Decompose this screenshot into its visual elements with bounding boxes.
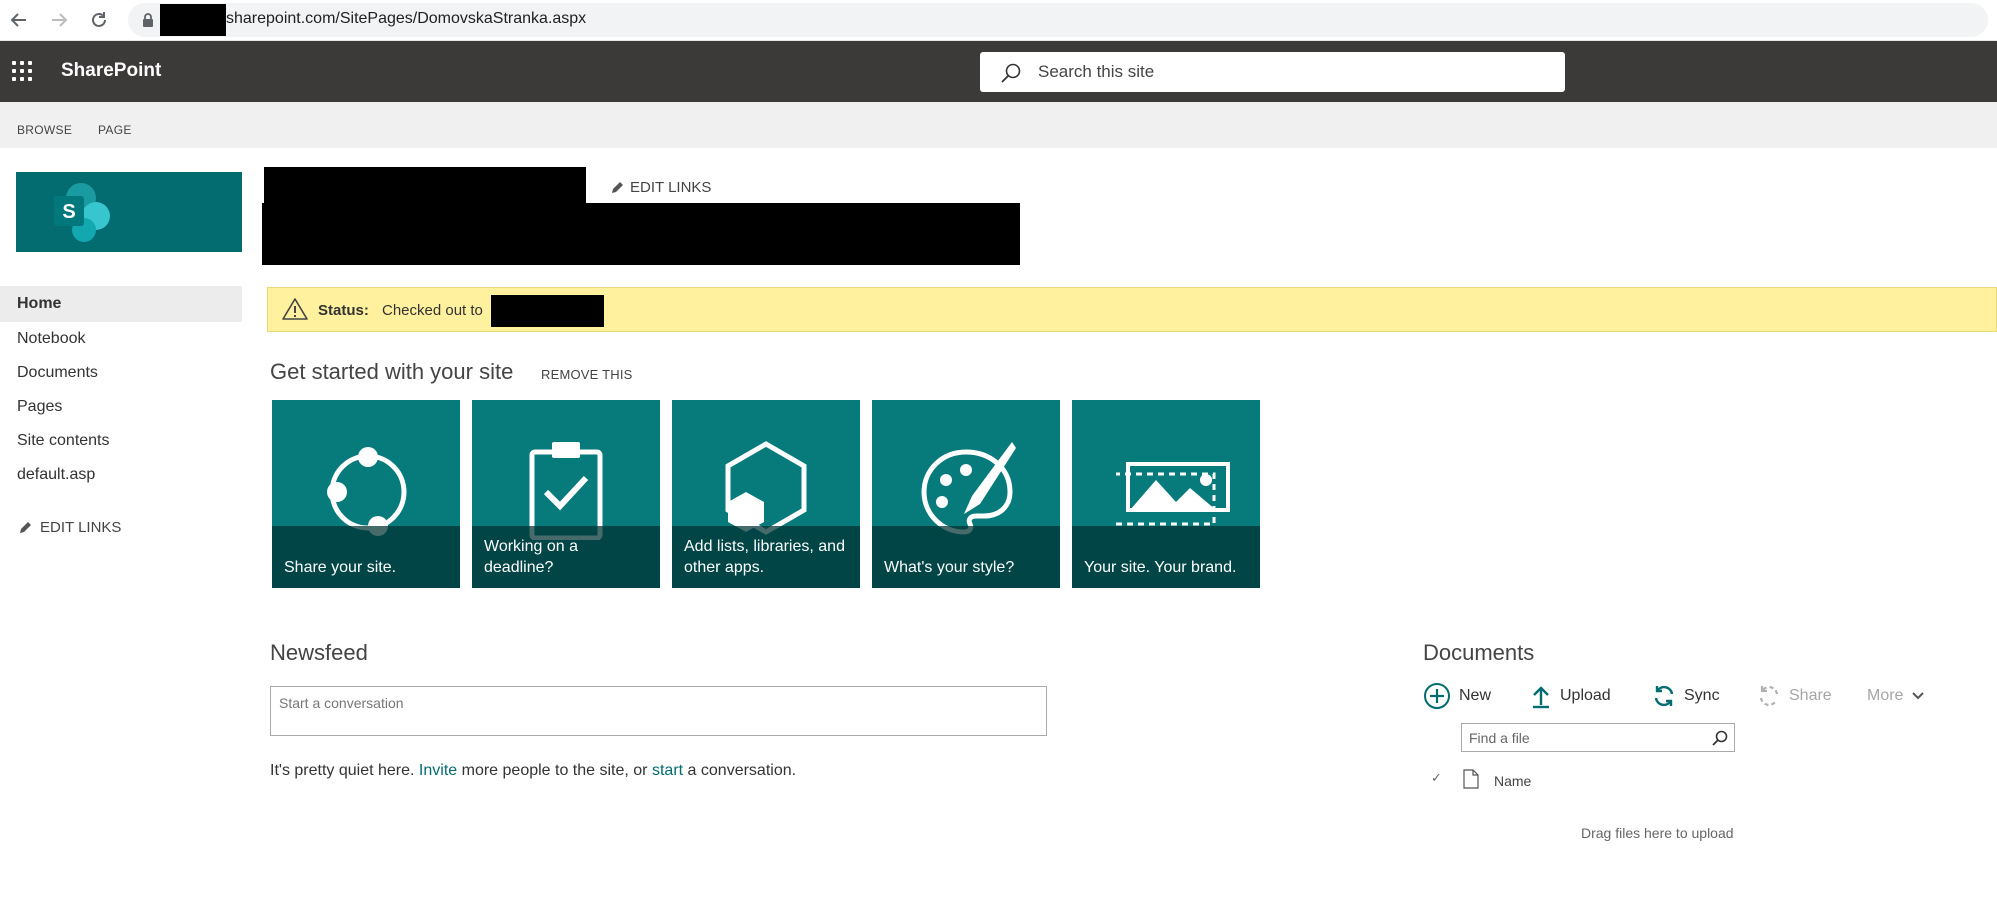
sync-label: Sync: [1684, 687, 1720, 704]
tile-your-brand[interactable]: Your site. Your brand.: [1072, 400, 1260, 588]
add-apps-icon: [725, 441, 807, 535]
pencil-icon: [612, 181, 623, 193]
tile-share-site[interactable]: Share your site.: [272, 400, 460, 588]
forward-button[interactable]: [45, 6, 73, 34]
status-text: Checked out to: [382, 302, 483, 319]
redacted-user: [491, 295, 604, 327]
search-icon: [1001, 63, 1021, 83]
status-bar: Status: Checked out to: [267, 287, 1997, 332]
tile-caption: Working on a deadline?: [472, 526, 660, 588]
conversation-input[interactable]: [270, 686, 1047, 736]
plus-circle-icon: [1424, 683, 1450, 709]
back-button[interactable]: [5, 6, 33, 34]
tile-caption: What's your style?: [872, 526, 1060, 588]
new-document-button[interactable]: New: [1423, 682, 1491, 710]
browser-toolbar: sharepoint.com/SitePages/DomovskaStranka…: [0, 0, 1997, 41]
suite-title[interactable]: SharePoint: [61, 60, 161, 82]
app-launcher-icon[interactable]: [12, 61, 32, 81]
palette-icon: [921, 442, 1016, 535]
find-file-box: [1461, 723, 1735, 752]
suite-bar: SharePoint: [0, 41, 1997, 102]
search-input[interactable]: [1038, 52, 1538, 92]
tile-working-deadline[interactable]: Working on a deadline?: [472, 400, 660, 588]
get-started-title: Get started with your site: [270, 359, 514, 384]
share-button[interactable]: Share: [1757, 682, 1832, 710]
sync-button[interactable]: Sync: [1652, 682, 1720, 710]
nav-item-pages[interactable]: Pages: [0, 390, 242, 424]
brand-image-icon: [1116, 462, 1230, 526]
redacted-site-title: [264, 167, 586, 205]
tab-browse[interactable]: BROWSE: [17, 123, 72, 137]
reload-button[interactable]: [85, 6, 113, 34]
quiet-suffix: a conversation.: [687, 762, 797, 779]
tile-caption: Add lists, libraries, and other apps.: [672, 526, 860, 588]
nav-item-site-contents[interactable]: Site contents: [0, 424, 242, 458]
quiet-prefix: It's pretty quiet here.: [270, 762, 415, 779]
upload-button[interactable]: Upload: [1530, 682, 1611, 710]
share-site-icon: [327, 447, 407, 536]
nav-item-home[interactable]: Home: [0, 286, 242, 322]
edit-links-left-button[interactable]: EDIT LINKS: [18, 519, 121, 536]
drag-upload-hint: Drag files here to upload: [1581, 825, 1734, 841]
remove-this-link[interactable]: REMOVE THIS: [541, 367, 633, 382]
select-all-checkmark-icon[interactable]: ✓: [1431, 770, 1442, 786]
chevron-down-icon: [1912, 692, 1925, 700]
sharepoint-logo-icon: S: [54, 181, 110, 242]
newsfeed-empty-message: It's pretty quiet here. Invite more peop…: [270, 762, 796, 780]
status-label: Status:: [318, 302, 369, 319]
documents-title: Documents: [1423, 640, 1535, 665]
ribbon: BROWSE PAGE: [0, 102, 1997, 148]
redacted-page-title: [262, 203, 1020, 265]
upload-label: Upload: [1560, 687, 1611, 704]
more-button[interactable]: More: [1867, 682, 1925, 710]
pencil-icon: [20, 521, 31, 533]
upload-icon: [1533, 686, 1549, 709]
newsfeed-title: Newsfeed: [270, 640, 368, 665]
tile-caption: Share your site.: [272, 526, 460, 588]
edit-links-top-button[interactable]: EDIT LINKS: [610, 179, 711, 196]
nav-item-documents[interactable]: Documents: [0, 356, 242, 390]
start-link[interactable]: start: [652, 762, 683, 779]
url-text: sharepoint.com/SitePages/DomovskaStranka…: [226, 10, 587, 27]
search-icon[interactable]: [1712, 730, 1728, 746]
reload-icon: [92, 12, 106, 27]
edit-links-left-label: EDIT LINKS: [40, 519, 122, 536]
nav-item-default-asp[interactable]: default.asp: [0, 458, 242, 492]
warning-icon: [282, 298, 308, 320]
nav-item-notebook[interactable]: Notebook: [0, 322, 242, 356]
share-label: Share: [1789, 687, 1832, 704]
back-arrow-icon: [10, 13, 26, 27]
sync-icon: [1654, 685, 1674, 707]
site-logo[interactable]: S: [16, 172, 242, 252]
clipboard-check-icon: [529, 442, 603, 540]
lock-icon: [143, 13, 153, 27]
file-type-icon: [1463, 769, 1479, 789]
edit-links-top-label: EDIT LINKS: [630, 179, 712, 196]
more-label: More: [1867, 687, 1904, 704]
svg-text:S: S: [62, 201, 75, 223]
quiet-middle: more people to the site, or: [461, 762, 648, 779]
column-header-name[interactable]: Name: [1494, 773, 1531, 789]
new-label: New: [1459, 687, 1492, 704]
tile-add-apps[interactable]: Add lists, libraries, and other apps.: [672, 400, 860, 588]
find-file-input[interactable]: [1462, 724, 1702, 751]
invite-link[interactable]: Invite: [419, 762, 457, 779]
search-box: [980, 52, 1565, 92]
share-icon: [1759, 686, 1779, 706]
redacted-block: [160, 4, 226, 36]
forward-arrow-icon: [52, 13, 68, 27]
left-nav: Home Notebook Documents Pages Site conte…: [0, 286, 242, 492]
tile-caption: Your site. Your brand.: [1072, 526, 1260, 588]
tile-whats-your-style[interactable]: What's your style?: [872, 400, 1060, 588]
tab-page[interactable]: PAGE: [98, 123, 132, 137]
